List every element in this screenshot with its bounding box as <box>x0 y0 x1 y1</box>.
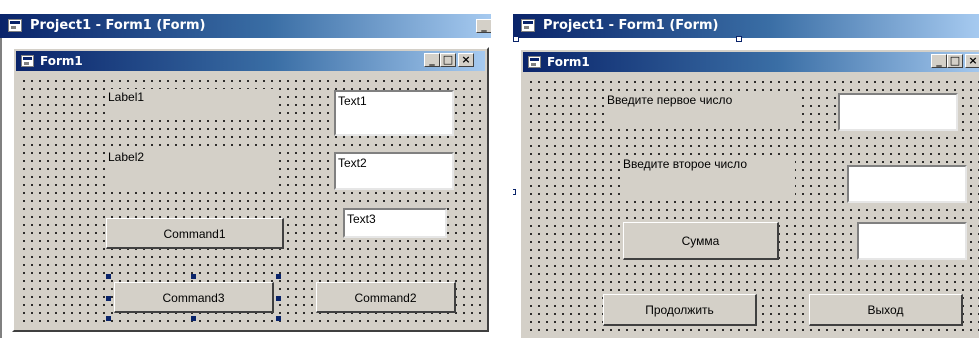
selection-handle-middle-left[interactable] <box>106 296 111 301</box>
exit-button[interactable]: Выход <box>809 294 963 326</box>
form-selection-handle-middle-left[interactable] <box>513 189 516 195</box>
maximize-button[interactable]: □ <box>947 54 963 68</box>
right-form-caption-buttons: _ □ × <box>931 54 979 70</box>
selection-handle-middle-right[interactable] <box>276 296 281 301</box>
left-form-titlebar[interactable]: Form1 _ □ × <box>16 51 485 71</box>
form-icon <box>528 56 541 68</box>
right-form-design-surface[interactable]: Введите первое число Введите второе числ… <box>525 76 979 334</box>
text2-textbox[interactable]: Text2 <box>334 152 454 190</box>
label1[interactable]: Label1 <box>106 89 278 119</box>
form-app-icon <box>521 19 535 32</box>
selection-handle-top-right[interactable] <box>276 274 281 279</box>
left-form-window: Form1 _ □ × Label1 Label2 Text1 Text2 Te… <box>12 47 489 332</box>
form-selection-handle-top-center[interactable] <box>736 36 742 42</box>
left-project-title: Project1 - Form1 (Form) <box>30 18 206 33</box>
label2[interactable]: Label2 <box>106 149 278 187</box>
maximize-button[interactable]: □ <box>440 53 456 67</box>
close-button[interactable]: × <box>458 53 474 67</box>
left-form-design-surface[interactable]: Label1 Label2 Text1 Text2 Text3 Command1… <box>18 75 483 326</box>
selection-handle-bottom-center[interactable] <box>191 316 196 321</box>
left-form-caption-buttons: _ □ × <box>424 53 484 69</box>
right-panel: Project1 - Form1 (Form) Form1 _ □ × Введ… <box>513 0 979 338</box>
selection-handle-top-center[interactable] <box>191 274 196 279</box>
text1-textbox[interactable]: Text1 <box>334 90 454 136</box>
selection-handle-bottom-right[interactable] <box>276 316 281 321</box>
continue-button[interactable]: Продолжить <box>603 294 757 326</box>
left-panel: Project1 - Form1 (Form) _ Form1 _ □ × La… <box>0 0 491 338</box>
form-icon <box>21 55 34 67</box>
text3-textbox[interactable]: Text3 <box>343 208 447 238</box>
minimize-button[interactable]: _ <box>424 53 440 67</box>
first-number-textbox[interactable] <box>838 93 958 131</box>
form-selection-handle-top-left[interactable] <box>513 36 519 42</box>
right-form-title: Form1 <box>547 55 590 69</box>
sum-button[interactable]: Сумма <box>623 222 779 260</box>
second-number-label[interactable]: Введите второе число <box>621 156 795 196</box>
form-app-icon <box>8 19 22 32</box>
left-form-title: Form1 <box>40 54 83 68</box>
right-form-titlebar[interactable]: Form1 _ □ × <box>523 52 979 72</box>
command2-button[interactable]: Command2 <box>316 282 456 313</box>
command3-button[interactable]: Command3 <box>114 282 274 313</box>
left-project-minimize-button[interactable]: _ <box>476 19 491 33</box>
first-number-label[interactable]: Введите первое число <box>605 92 797 126</box>
right-project-titlebar[interactable]: Project1 - Form1 (Form) <box>513 14 979 38</box>
sum-result-textbox[interactable] <box>857 222 967 260</box>
close-button[interactable]: × <box>965 54 979 68</box>
command1-button[interactable]: Command1 <box>106 218 284 249</box>
left-project-titlebar[interactable]: Project1 - Form1 (Form) _ <box>0 14 491 38</box>
right-project-title: Project1 - Form1 (Form) <box>543 18 719 33</box>
minimize-button[interactable]: _ <box>931 54 947 68</box>
second-number-textbox[interactable] <box>847 165 967 203</box>
selection-handle-bottom-left[interactable] <box>106 316 111 321</box>
selection-handle-top-left[interactable] <box>106 274 111 279</box>
right-form-window: Form1 _ □ × Введите первое число Введите… <box>519 48 979 338</box>
